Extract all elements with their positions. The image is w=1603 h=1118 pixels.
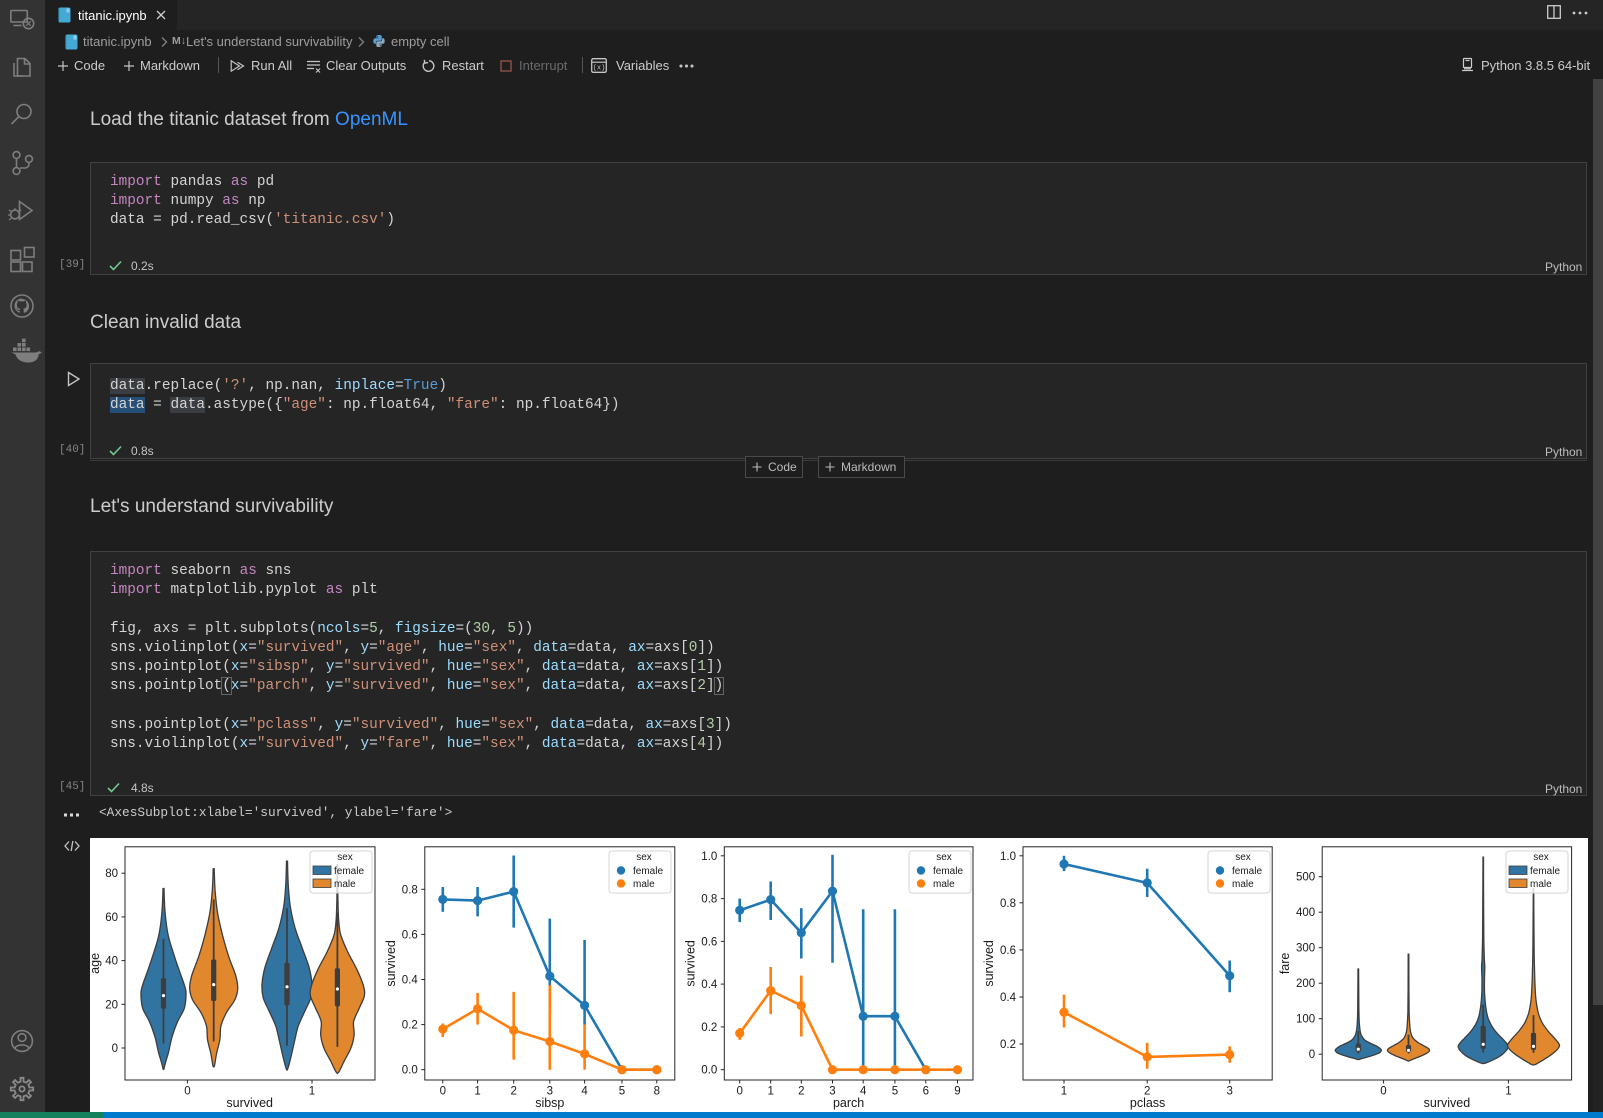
svg-text:female: female xyxy=(334,866,364,877)
svg-text:0: 0 xyxy=(1309,1049,1315,1061)
svg-text:sex: sex xyxy=(1235,852,1251,863)
svg-text:0: 0 xyxy=(440,1086,446,1098)
svg-text:1.0: 1.0 xyxy=(701,851,717,863)
svg-text:0.0: 0.0 xyxy=(402,1065,418,1077)
svg-text:60: 60 xyxy=(105,912,118,924)
svg-text:sex: sex xyxy=(936,852,952,863)
svg-text:5: 5 xyxy=(619,1086,625,1098)
svg-text:40: 40 xyxy=(105,956,118,968)
svg-text:male: male xyxy=(933,879,955,890)
svg-text:300: 300 xyxy=(1296,943,1315,955)
svg-text:1: 1 xyxy=(1061,1086,1067,1098)
svg-text:2: 2 xyxy=(510,1086,516,1098)
svg-text:sex: sex xyxy=(636,852,652,863)
svg-text:survived: survived xyxy=(226,1096,273,1110)
svg-text:2: 2 xyxy=(798,1086,804,1098)
svg-text:0.8: 0.8 xyxy=(701,894,717,906)
svg-text:survived: survived xyxy=(982,940,996,987)
svg-text:200: 200 xyxy=(1296,978,1315,990)
svg-text:survived: survived xyxy=(384,940,398,987)
svg-text:6: 6 xyxy=(923,1086,929,1098)
svg-text:pclass: pclass xyxy=(1130,1096,1165,1110)
svg-text:0.4: 0.4 xyxy=(402,975,419,987)
svg-text:sex: sex xyxy=(1533,852,1549,863)
svg-text:0: 0 xyxy=(1380,1086,1386,1098)
svg-text:0.2: 0.2 xyxy=(402,1020,418,1032)
svg-text:sibsp: sibsp xyxy=(535,1096,564,1110)
svg-text:female: female xyxy=(1232,866,1262,877)
svg-text:0: 0 xyxy=(184,1086,190,1098)
svg-text:9: 9 xyxy=(954,1086,960,1098)
svg-text:0.2: 0.2 xyxy=(701,1022,717,1034)
svg-text:8: 8 xyxy=(654,1086,660,1098)
svg-text:1: 1 xyxy=(474,1086,480,1098)
svg-text:(x): (x) xyxy=(593,65,606,73)
svg-text:1: 1 xyxy=(1505,1086,1511,1098)
svg-text:age: age xyxy=(90,953,102,974)
svg-text:100: 100 xyxy=(1296,1014,1315,1026)
svg-text:male: male xyxy=(633,879,655,890)
svg-text:parch: parch xyxy=(833,1096,864,1110)
svg-text:male: male xyxy=(334,879,356,890)
svg-text:survived: survived xyxy=(683,940,697,987)
svg-text:20: 20 xyxy=(105,999,118,1011)
svg-text:survived: survived xyxy=(1424,1096,1471,1110)
svg-text:0.4: 0.4 xyxy=(701,979,718,991)
svg-text:500: 500 xyxy=(1296,872,1315,884)
svg-text:5: 5 xyxy=(892,1086,898,1098)
svg-text:1: 1 xyxy=(767,1086,773,1098)
svg-text:0.6: 0.6 xyxy=(402,929,418,941)
svg-text:male: male xyxy=(1530,879,1552,890)
svg-text:0.2: 0.2 xyxy=(1000,1039,1016,1051)
svg-text:0: 0 xyxy=(112,1043,118,1055)
svg-text:male: male xyxy=(1232,879,1254,890)
svg-text:0.8: 0.8 xyxy=(1000,898,1016,910)
svg-text:0: 0 xyxy=(736,1086,742,1098)
svg-text:fare: fare xyxy=(1278,953,1292,975)
svg-text:sex: sex xyxy=(337,852,353,863)
svg-text:0.6: 0.6 xyxy=(701,936,717,948)
svg-text:400: 400 xyxy=(1296,907,1315,919)
svg-text:0.4: 0.4 xyxy=(1000,992,1017,1004)
svg-text:4: 4 xyxy=(581,1086,588,1098)
svg-text:1: 1 xyxy=(309,1086,315,1098)
svg-text:female: female xyxy=(1530,866,1560,877)
svg-text:0.0: 0.0 xyxy=(701,1065,717,1077)
svg-text:1.0: 1.0 xyxy=(1000,851,1016,863)
svg-text:0.6: 0.6 xyxy=(1000,945,1016,957)
svg-text:female: female xyxy=(933,866,963,877)
svg-text:80: 80 xyxy=(105,868,118,880)
svg-text:0.8: 0.8 xyxy=(402,884,418,896)
svg-text:3: 3 xyxy=(1226,1086,1232,1098)
svg-text:female: female xyxy=(633,866,663,877)
